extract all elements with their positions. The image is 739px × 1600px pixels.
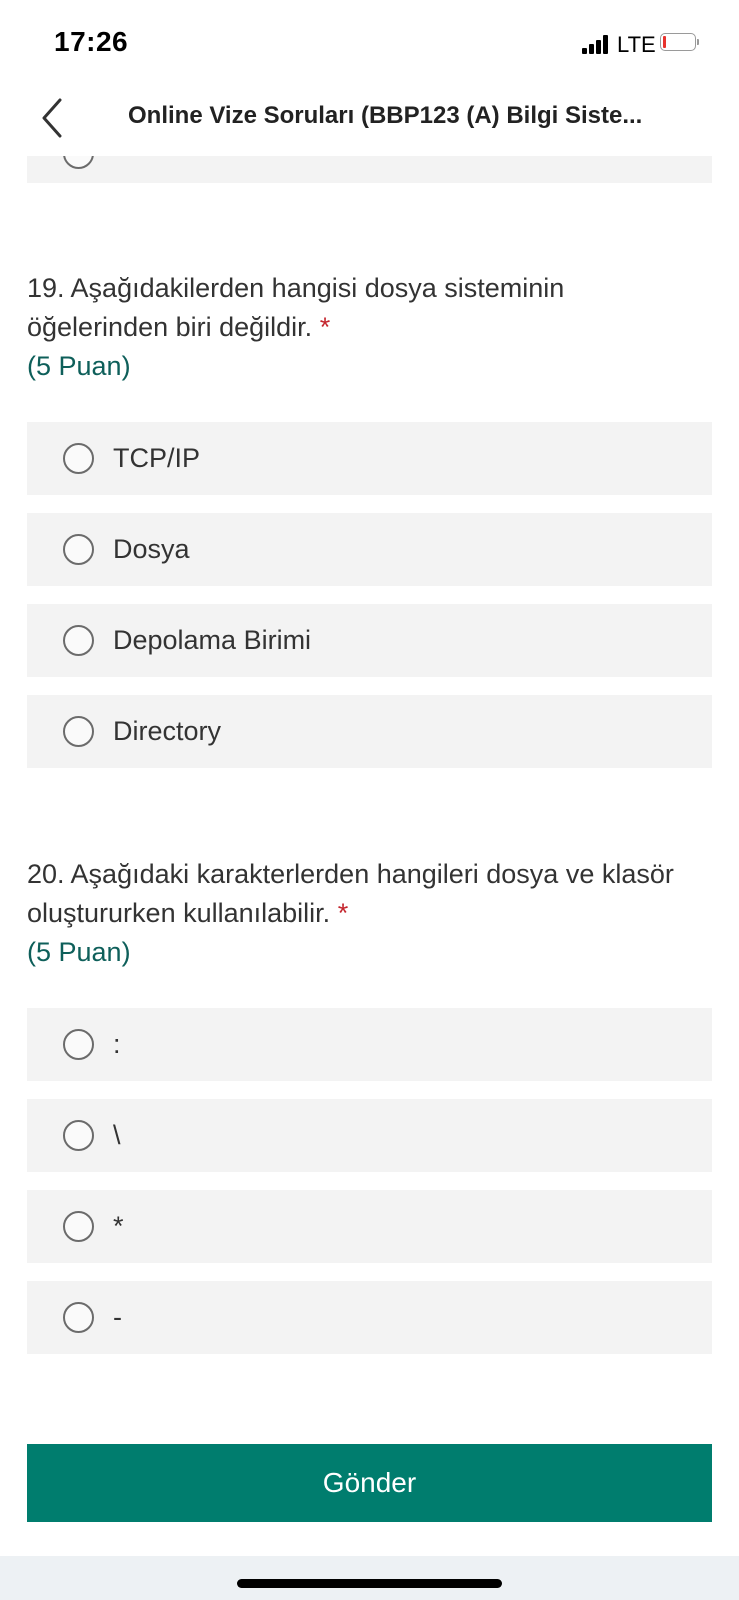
submit-button[interactable]: Gönder <box>27 1444 712 1522</box>
radio-button[interactable] <box>63 443 94 474</box>
option-label: * <box>113 1211 124 1241</box>
option-label: Dosya <box>113 534 190 564</box>
option-dosya[interactable]: Dosya <box>27 513 712 586</box>
question-title: 20. Aşağıdaki karakterlerden hangileri d… <box>27 859 674 928</box>
option-asterisk[interactable]: * <box>27 1190 712 1263</box>
question-title: 19. Aşağıdakilerden hangisi dosya sistem… <box>27 273 565 342</box>
option-label: Directory <box>113 716 222 746</box>
option-label: \ <box>113 1120 121 1150</box>
question-text: 20. Aşağıdaki karakterlerden hangileri d… <box>27 855 712 933</box>
home-indicator[interactable] <box>237 1579 502 1588</box>
required-marker: * <box>337 898 349 928</box>
battery-icon <box>660 33 700 53</box>
option-label: TCP/IP <box>113 443 201 473</box>
question-20: 20. Aşağıdaki karakterlerden hangileri d… <box>27 855 712 972</box>
option-label: - <box>113 1302 122 1332</box>
cellular-signal-icon <box>582 34 614 54</box>
radio-button[interactable] <box>63 716 94 747</box>
radio-button[interactable] <box>63 1211 94 1242</box>
option-label: : <box>113 1029 121 1059</box>
option-directory[interactable]: Directory <box>27 695 712 768</box>
status-bar: 17:26 LTE <box>0 0 739 88</box>
radio-button[interactable] <box>63 1120 94 1151</box>
chevron-left-icon <box>42 98 62 138</box>
radio-button[interactable] <box>63 534 94 565</box>
question-points: (5 Puan) <box>27 937 131 967</box>
option-hyphen[interactable]: - <box>27 1281 712 1354</box>
question-19: 19. Aşağıdakilerden hangisi dosya sistem… <box>27 269 712 386</box>
question-text: 19. Aşağıdakilerden hangisi dosya sistem… <box>27 269 712 347</box>
option-label: Depolama Birimi <box>113 625 312 655</box>
question-points: (5 Puan) <box>27 351 131 381</box>
bottom-safe-area <box>0 1556 739 1600</box>
network-type: LTE <box>617 32 656 57</box>
radio-button[interactable] <box>63 156 94 169</box>
previous-question-option[interactable] <box>27 156 712 183</box>
page-title: Online Vize Soruları (BBP123 (A) Bilgi S… <box>128 102 643 129</box>
radio-button[interactable] <box>63 1302 94 1333</box>
status-time: 17:26 <box>54 26 129 57</box>
option-backslash[interactable]: \ <box>27 1099 712 1172</box>
radio-button[interactable] <box>63 1029 94 1060</box>
forms-screen: 17:26 LTE Online Vize Soruları (BBP123 (… <box>0 0 739 1600</box>
option-colon[interactable]: : <box>27 1008 712 1081</box>
form-body: 19. Aşağıdakilerden hangisi dosya sistem… <box>0 156 739 1556</box>
battery-level <box>663 36 666 48</box>
app-header: Online Vize Soruları (BBP123 (A) Bilgi S… <box>0 88 739 156</box>
option-depolama-birimi[interactable]: Depolama Birimi <box>27 604 712 677</box>
radio-button[interactable] <box>63 625 94 656</box>
required-marker: * <box>319 312 331 342</box>
back-button[interactable] <box>30 94 74 142</box>
option-tcpip[interactable]: TCP/IP <box>27 422 712 495</box>
